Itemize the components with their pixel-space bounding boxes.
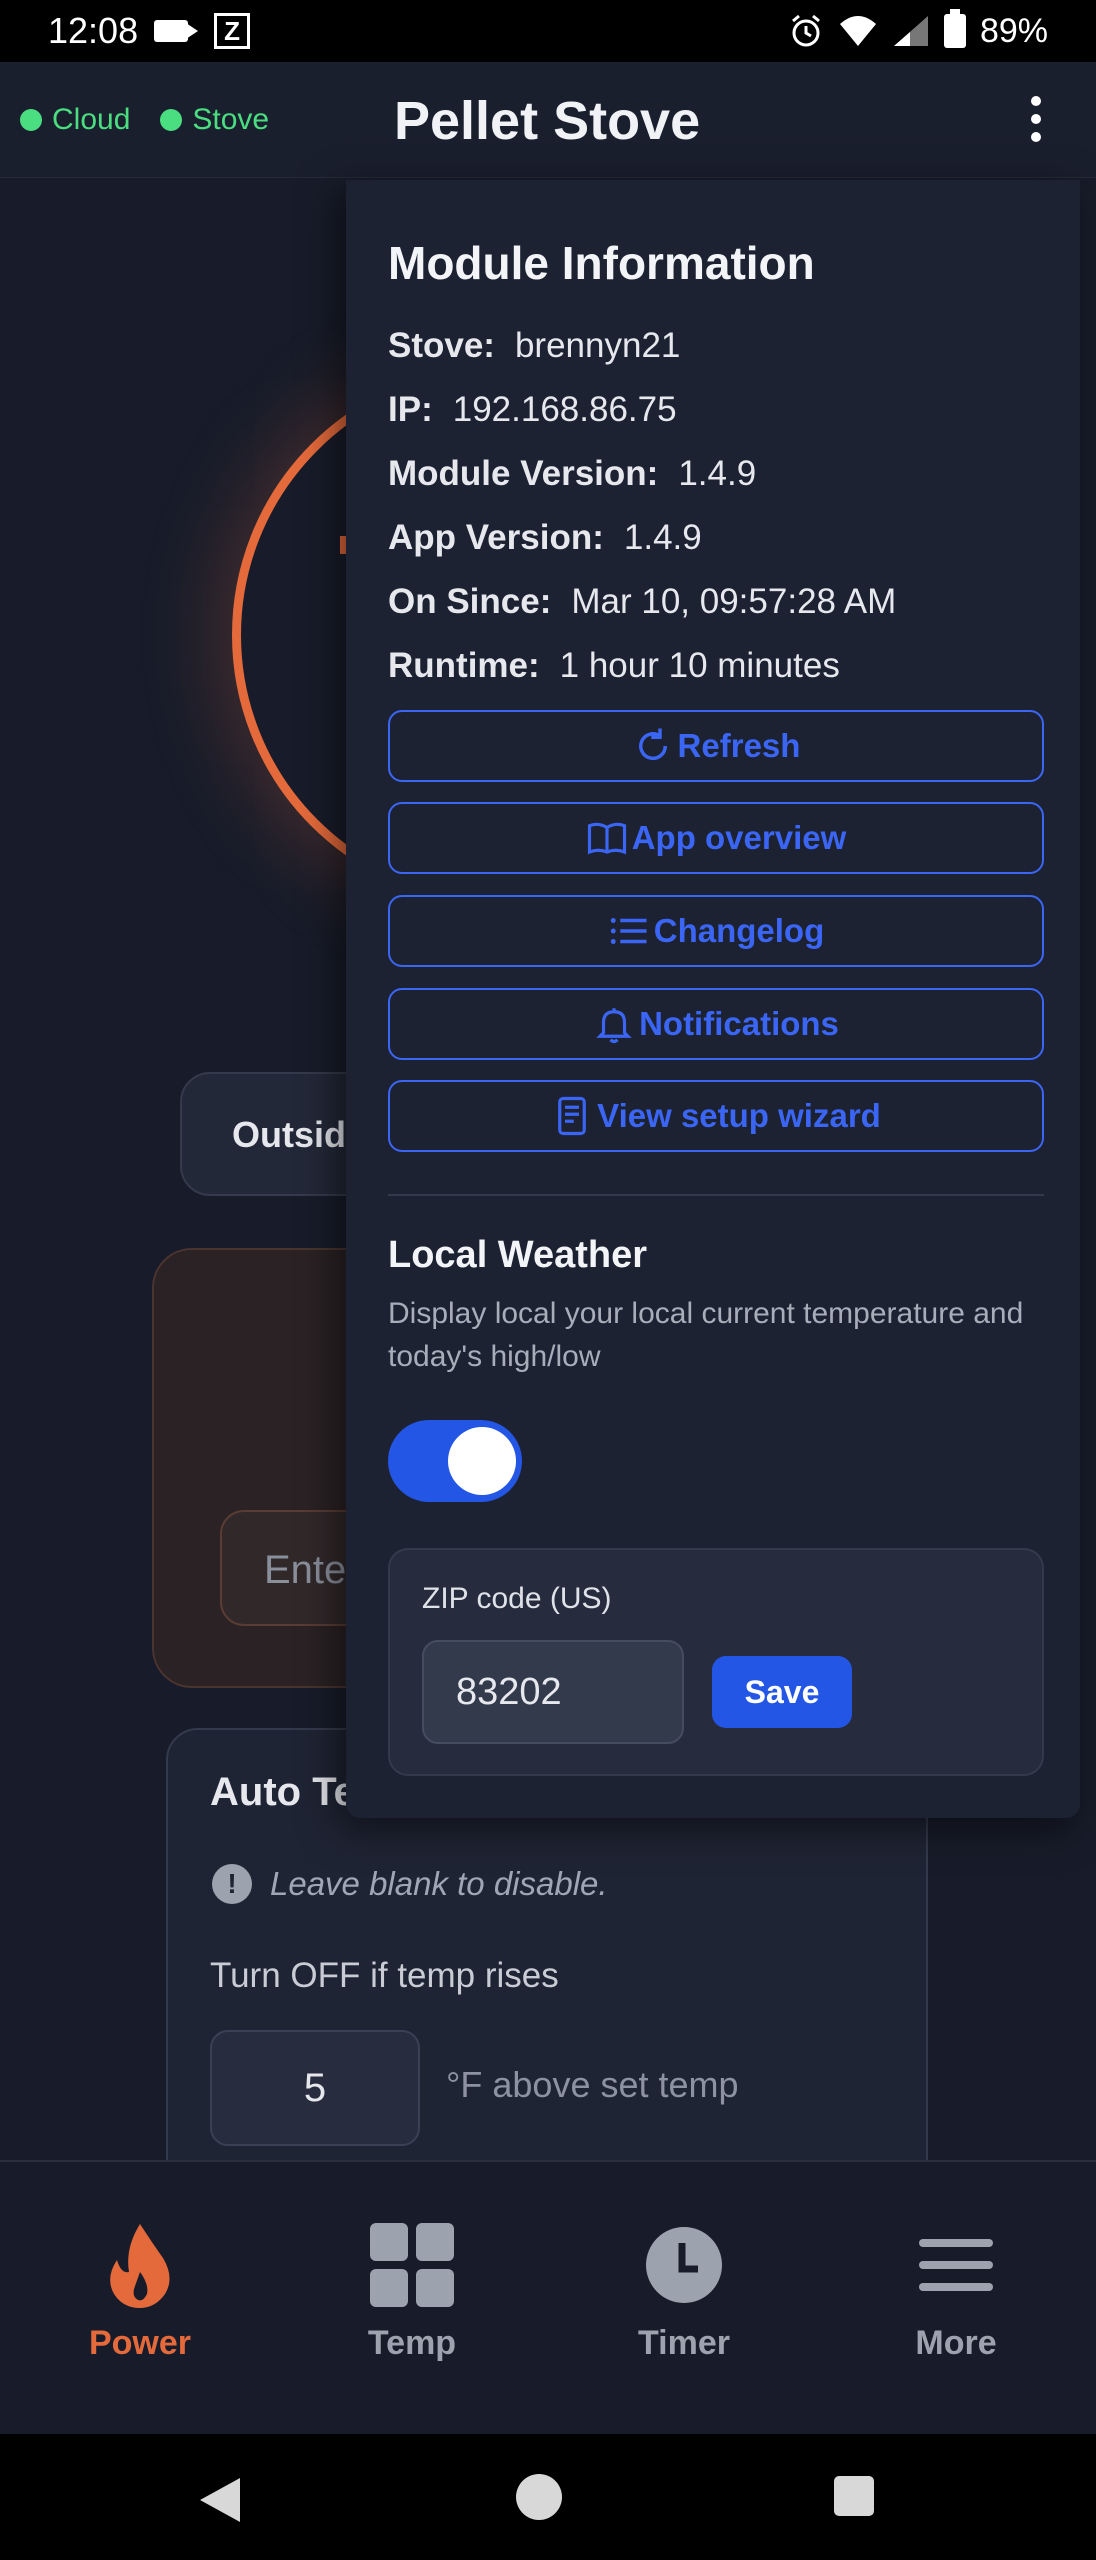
section-divider [388, 1194, 1044, 1196]
flame-icon [110, 2224, 170, 2308]
zip-code-label: ZIP code (US) [422, 1582, 612, 1615]
cloud-status-label: Cloud [52, 102, 131, 136]
info-value: 1.4.9 [623, 518, 702, 557]
signal-icon [893, 16, 928, 46]
menu-icon [919, 2239, 993, 2291]
system-status-bar: 12:08 Z 89% [0, 0, 1096, 62]
module-information-panel: Module Information Stove: brennyn21 IP: 19… [346, 180, 1080, 1818]
turn-off-rule-label: Turn OFF if temp rises [210, 1956, 559, 1995]
nav-more[interactable]: More [846, 2222, 1066, 2363]
local-weather-title: Local Weather [388, 1234, 648, 1276]
changelog-button-label: Changelog [653, 912, 825, 949]
hint-text: Leave blank to disable. [270, 1865, 608, 1902]
battery-icon [943, 9, 966, 48]
cloud-status-dot [20, 108, 42, 131]
bell-icon [596, 1008, 632, 1044]
stove-status: Stove [160, 103, 269, 137]
list-icon [610, 918, 647, 944]
app-header: Cloud Stove Pellet Stove [0, 62, 1096, 178]
info-row-module-version: Module Version: 1.4.9 [388, 454, 756, 494]
info-value: brennyn21 [514, 326, 681, 365]
nav-temp-label: Temp [367, 2324, 457, 2362]
refresh-icon [638, 728, 667, 761]
info-key: Runtime: [388, 646, 540, 685]
info-value: 1 hour 10 minutes [559, 646, 840, 685]
info-row-ip: IP: 192.168.86.75 [388, 390, 677, 430]
info-icon: ! [212, 1864, 252, 1904]
video-camera-icon [154, 20, 199, 42]
z-app-icon: Z [214, 13, 251, 49]
info-key: App Version: [388, 518, 604, 557]
battery-percent: 89% [979, 11, 1048, 50]
turn-off-degrees-suffix: °F above set temp [446, 2064, 739, 2105]
zip-code-section: ZIP code (US) 83202 Save [388, 1548, 1044, 1776]
status-time: 12:08 [48, 10, 139, 51]
nav-power-label: Power [88, 2324, 192, 2362]
changelog-button[interactable]: Changelog [388, 895, 1044, 967]
nav-temp[interactable]: Temp [302, 2222, 522, 2363]
nav-timer[interactable]: Timer [574, 2222, 794, 2363]
home-icon[interactable] [516, 2474, 562, 2520]
local-weather-toggle[interactable] [388, 1420, 522, 1502]
zip-code-input[interactable]: 83202 [422, 1640, 684, 1744]
stove-status-label: Stove [192, 102, 270, 136]
nav-power[interactable]: Power [30, 2222, 250, 2363]
toggle-knob [448, 1427, 516, 1495]
nav-more-label: More [915, 2324, 997, 2362]
cloud-status: Cloud [20, 103, 130, 137]
refresh-button[interactable]: Refresh [388, 710, 1044, 782]
app-title: Pellet Stove [394, 91, 701, 151]
back-icon[interactable] [200, 2478, 240, 2522]
auto-temp-title: Auto Te [210, 1770, 356, 1814]
refresh-button-label: Refresh [677, 727, 801, 764]
info-row-on-since: On Since: Mar 10, 09:57:28 AM [388, 582, 896, 622]
system-navigation-bar [0, 2434, 1096, 2560]
panel-title: Module Information [388, 237, 815, 289]
recents-icon[interactable] [834, 2476, 874, 2516]
book-icon [587, 822, 626, 855]
view-setup-wizard-button[interactable]: View setup wizard [388, 1080, 1044, 1152]
app-overview-button-label: App overview [631, 819, 847, 856]
info-key: Module Version: [388, 454, 659, 493]
info-value: 192.168.86.75 [452, 390, 677, 429]
info-row-stove: Stove: brennyn21 [388, 326, 680, 366]
document-icon [558, 1096, 586, 1136]
info-value: 1.4.9 [678, 454, 757, 493]
grid-icon [370, 2223, 454, 2307]
zip-save-button[interactable]: Save [712, 1656, 852, 1728]
clock-icon [646, 2227, 722, 2303]
info-key: On Since: [388, 582, 552, 621]
hint-row: ! Leave blank to disable. [212, 1864, 608, 1904]
app-overview-button[interactable]: App overview [388, 802, 1044, 874]
local-weather-description: Display local your local current tempera… [388, 1297, 1024, 1373]
info-key: IP: [388, 390, 433, 429]
nav-timer-label: Timer [638, 2324, 730, 2362]
alarm-icon [791, 14, 820, 47]
notifications-button[interactable]: Notifications [388, 988, 1044, 1060]
outside-temp-label: Outsid [232, 1114, 346, 1155]
info-key: Stove: [388, 326, 495, 365]
notifications-button-label: Notifications [639, 1005, 839, 1042]
view-setup-wizard-button-label: View setup wizard [597, 1097, 881, 1134]
stove-status-dot [160, 108, 183, 131]
info-row-runtime: Runtime: 1 hour 10 minutes [388, 646, 840, 686]
temperature-input-placeholder: Ente [264, 1548, 347, 1592]
wifi-icon [839, 16, 876, 46]
turn-off-degrees-input[interactable]: 5 [210, 2030, 420, 2146]
bottom-navigation: Power Temp Timer More [0, 2160, 1096, 2434]
info-row-app-version: App Version: 1.4.9 [388, 518, 702, 558]
info-value: Mar 10, 09:57:28 AM [571, 582, 897, 621]
more-options-icon[interactable] [1026, 96, 1046, 142]
